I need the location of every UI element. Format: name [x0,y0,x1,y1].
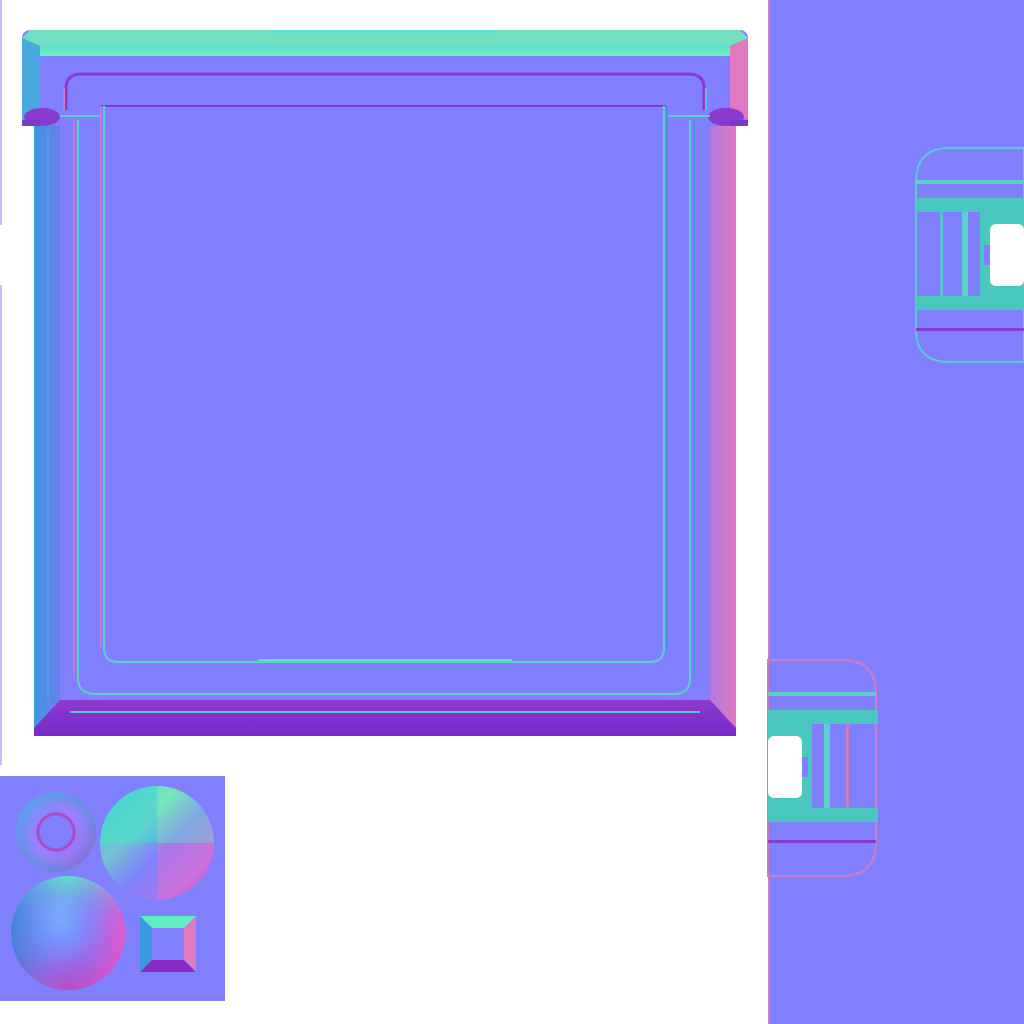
main-panel [22,30,748,736]
legend-beveled-square [140,916,196,972]
normal-map-texture [0,0,1024,1024]
legend-swatch [0,776,225,1001]
clip-lower-center [767,659,878,877]
legend-cone [100,786,214,900]
normal-map-canvas [0,0,1024,1024]
edge-sliver-left [0,0,2,225]
legend-torus [16,792,96,872]
clip-upper-right [915,147,1024,363]
legend-sphere [11,876,125,990]
edge-sliver-left-2 [0,285,2,765]
